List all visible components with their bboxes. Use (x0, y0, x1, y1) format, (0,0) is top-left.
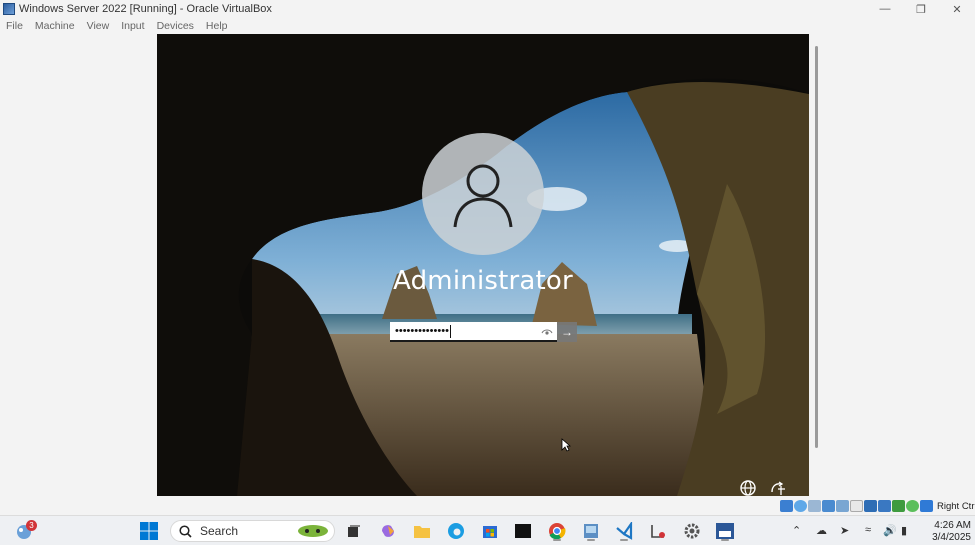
restore-button[interactable]: ❐ (903, 0, 939, 18)
terminal-button[interactable] (511, 520, 535, 542)
password-input[interactable]: •••••••••••••• (390, 322, 557, 342)
clock-date: 3/4/2025 (932, 532, 971, 543)
task-view-icon (348, 525, 360, 537)
chrome-button[interactable] (545, 520, 569, 542)
settings-button[interactable] (680, 520, 704, 542)
vscode-button[interactable] (612, 520, 636, 542)
virtualbox-button[interactable] (579, 520, 603, 542)
search-highlight-icon (298, 525, 328, 537)
chrome-icon (549, 523, 566, 540)
password-mask: •••••••••••••• (395, 325, 449, 337)
usb-icon[interactable] (836, 500, 849, 512)
storage-icon[interactable] (780, 500, 793, 512)
onedrive-icon[interactable]: ☁ (816, 524, 827, 537)
task-view-button[interactable] (341, 520, 365, 542)
widgets-button[interactable]: 3 (12, 520, 37, 542)
menu-view[interactable]: View (81, 20, 116, 32)
clock-time: 4:26 AM (934, 520, 971, 531)
running-indicator (620, 539, 628, 541)
menu-machine[interactable]: Machine (29, 20, 81, 32)
virtualbox-app-icon (3, 3, 15, 15)
window-title: Windows Server 2022 [Running] - Oracle V… (19, 3, 272, 15)
snipping-tool-icon (651, 525, 665, 538)
accessibility-icon[interactable] (769, 480, 791, 496)
taskbar-search-box[interactable]: Search (170, 520, 335, 542)
battery-icon[interactable]: ▮ (901, 524, 907, 537)
visual-studio-icon (716, 523, 734, 539)
file-explorer-button[interactable] (410, 520, 434, 542)
text-caret (449, 324, 451, 338)
display-icon[interactable] (864, 500, 877, 512)
edge-icon (448, 523, 464, 539)
location-icon[interactable]: ➤ (840, 524, 849, 537)
wifi-icon[interactable]: ≈ (865, 524, 871, 536)
close-button[interactable]: ✕ (939, 0, 975, 18)
edge-button[interactable] (444, 520, 468, 542)
globe-icon[interactable] (739, 480, 761, 496)
user-icon (453, 164, 513, 228)
vm-status-bar: Right Ctr (780, 499, 974, 513)
menu-devices[interactable]: Devices (151, 20, 200, 32)
host-key-label: Right Ctr (937, 500, 975, 512)
snipping-tool-button[interactable] (646, 520, 670, 542)
running-indicator (553, 539, 561, 541)
menu-input[interactable]: Input (115, 20, 150, 32)
windows-logo-icon (140, 522, 158, 540)
system-clock[interactable]: 4:26 AM 3/4/2025 (920, 520, 975, 544)
recording-icon[interactable] (878, 500, 891, 512)
copilot-icon (382, 525, 394, 537)
store-icon (483, 526, 497, 538)
arrow-right-icon: → (561, 325, 573, 339)
login-username: Administrator (393, 266, 573, 296)
start-button[interactable] (137, 520, 161, 542)
title-bar: Windows Server 2022 [Running] - Oracle V… (0, 0, 975, 18)
shared-folder-icon[interactable] (850, 500, 863, 512)
visual-studio-button[interactable] (713, 520, 737, 542)
vertical-scrollbar[interactable] (815, 46, 818, 448)
vm-display[interactable]: Administrator •••••••••••••• → (157, 34, 809, 496)
search-icon (179, 524, 192, 538)
menu-file[interactable]: File (0, 20, 29, 32)
mouse-pointer-icon (561, 438, 571, 452)
virtualbox-icon (584, 524, 598, 538)
running-indicator (721, 539, 729, 541)
menu-help[interactable]: Help (200, 20, 234, 32)
submit-arrow-button[interactable]: → (557, 322, 577, 342)
mouse-integration-icon[interactable] (920, 500, 933, 512)
gear-icon (684, 523, 700, 539)
optical-drive-icon[interactable] (794, 500, 807, 512)
notification-badge: 3 (26, 520, 37, 531)
network-icon[interactable] (822, 500, 835, 512)
folder-icon (414, 526, 430, 538)
terminal-icon (515, 524, 531, 538)
store-button[interactable] (478, 520, 502, 542)
running-indicator (587, 539, 595, 541)
code-editor-icon (616, 522, 633, 540)
eye-icon[interactable] (541, 326, 553, 338)
windows-taskbar: 3 Search ⌃ ☁ ➤ ≈ 🔊 ▮ 4:26 AM 3/4/2025 (0, 515, 975, 545)
audio-icon[interactable] (808, 500, 821, 512)
search-label: Search (200, 524, 239, 538)
copilot-button[interactable] (376, 520, 400, 542)
user-avatar (422, 133, 544, 255)
cpu-icon[interactable] (892, 500, 905, 512)
volume-icon[interactable]: 🔊 (883, 524, 897, 537)
guest-additions-icon[interactable] (906, 500, 919, 512)
lockscreen-wallpaper (157, 34, 809, 496)
chevron-up-icon[interactable]: ⌃ (792, 524, 801, 537)
menu-bar: File Machine View Input Devices Help (0, 18, 975, 34)
minimize-button[interactable]: — (867, 0, 903, 18)
